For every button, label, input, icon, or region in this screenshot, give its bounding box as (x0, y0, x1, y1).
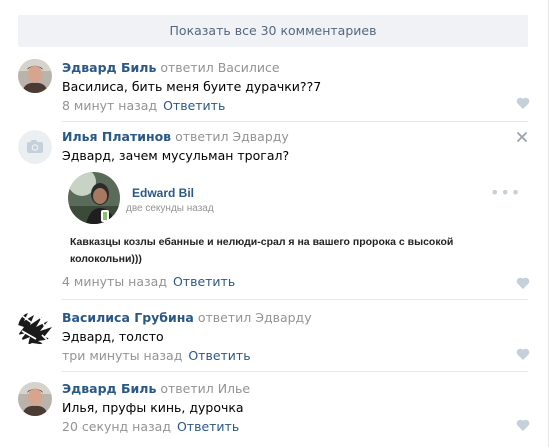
comment-time[interactable]: 20 секунд назад (62, 419, 171, 434)
reply-target[interactable]: ответил Эдварду (198, 310, 312, 325)
comment: Василиса Грубина ответил Эдварду Эдвард,… (18, 309, 530, 365)
reply-button[interactable]: Ответить (163, 98, 225, 113)
avatar[interactable] (68, 172, 120, 224)
comment-author[interactable]: Эдвард Биль (62, 60, 156, 75)
reply-button[interactable]: Ответить (188, 348, 250, 363)
show-all-comments-button[interactable]: Показать все 30 комментариев (18, 15, 528, 47)
heart-icon[interactable] (516, 277, 530, 289)
comment-time[interactable]: 4 минуты назад (62, 274, 167, 289)
comment-text: Эдвард, толсто (62, 329, 164, 344)
heart-icon[interactable] (516, 419, 530, 431)
heart-icon[interactable] (516, 97, 530, 109)
heart-icon[interactable] (516, 348, 530, 360)
panel-border (548, 0, 549, 447)
reply-button[interactable]: Ответить (177, 419, 239, 434)
avatar[interactable] (18, 59, 52, 93)
separator (62, 371, 528, 372)
attached-post-author[interactable]: Edward Bil (132, 186, 194, 200)
comment: Эдвард Биль ответил Василисе Василиса, б… (18, 59, 530, 113)
comment-author[interactable]: Василиса Грубина (62, 310, 194, 325)
reply-target[interactable]: ответил Эдварду (175, 129, 289, 144)
close-icon[interactable] (516, 131, 528, 143)
attached-post-text: Кавказцы козлы ебанные и нелюди-срал я н… (70, 236, 454, 265)
separator (62, 121, 528, 122)
avatar[interactable] (18, 311, 52, 345)
comment-author[interactable]: Эдвард Биль (62, 381, 156, 396)
comment-text: Илья, пруфы кинь, дурочка (62, 400, 244, 415)
reply-target[interactable]: ответил Илье (160, 381, 250, 396)
reply-target[interactable]: ответил Василисе (160, 60, 279, 75)
avatar[interactable] (18, 130, 52, 164)
comment: Илья Платинов ответил Эдварду Эдвард, за… (18, 128, 530, 293)
comment-text: Эдвард, зачем мусульман трогал? (62, 148, 290, 163)
online-mobile-icon (101, 210, 109, 222)
comment-author[interactable]: Илья Платинов (62, 129, 171, 144)
separator (62, 299, 528, 300)
comment-time[interactable]: три минуты назад (62, 348, 182, 363)
more-icon[interactable]: ••• (490, 185, 521, 201)
attached-post[interactable]: Edward Bil две секунды назад ••• Кавказц… (62, 172, 528, 272)
comment: Эдвард Биль ответил Илье Илья, пруфы кин… (18, 380, 530, 440)
avatar[interactable] (18, 382, 52, 416)
attached-post-time[interactable]: две секунды назад (126, 203, 214, 214)
reply-button[interactable]: Ответить (173, 274, 235, 289)
comment-time[interactable]: 8 минут назад (62, 98, 157, 113)
comment-text: Василиса, бить меня буите дурачки??7 (62, 79, 322, 94)
